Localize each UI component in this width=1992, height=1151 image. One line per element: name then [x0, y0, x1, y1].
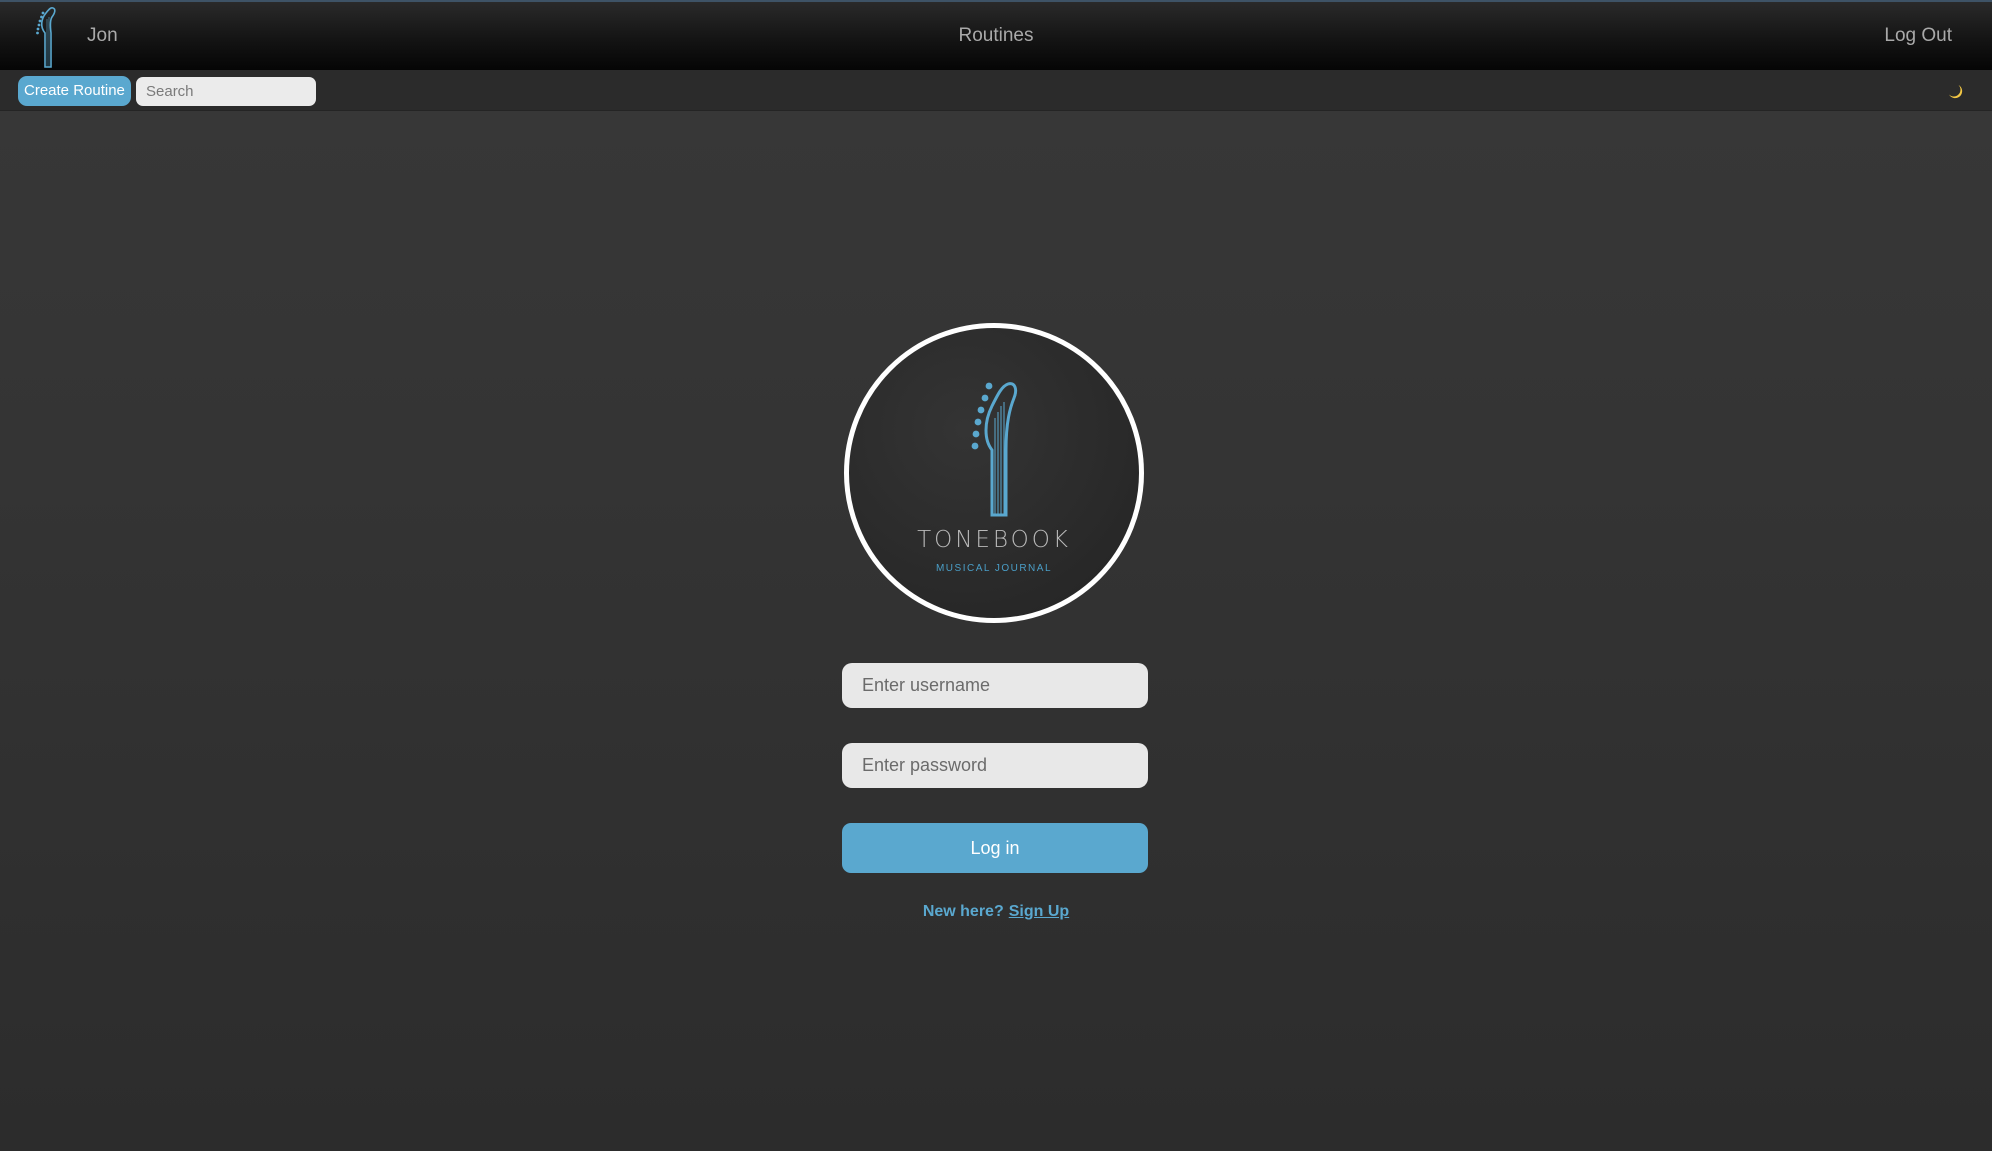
search-input[interactable]: [136, 77, 316, 106]
nav-user-name[interactable]: Jon: [87, 25, 118, 47]
password-field[interactable]: [842, 743, 1148, 788]
signup-row: New here? Sign Up: [0, 903, 1992, 921]
signup-link[interactable]: Sign Up: [1009, 903, 1069, 920]
signup-prompt: New here?: [922, 903, 1004, 920]
create-routine-button[interactable]: Create Routine: [18, 76, 131, 106]
top-navbar: Jon Routines Log Out: [0, 0, 1992, 70]
toolbar: Create Routine: [0, 70, 1992, 111]
login-button[interactable]: Log in: [842, 823, 1148, 873]
logo-subtitle: MUSICAL JOURNAL: [935, 563, 1053, 574]
username-field[interactable]: [842, 663, 1148, 708]
tonebook-logo: TONEBOOK MUSICAL JOURNAL: [844, 323, 1144, 623]
nav-routines-container: Routines: [0, 25, 1992, 47]
guitar-headstock-icon: [971, 382, 1018, 517]
logout-link[interactable]: Log Out: [1884, 25, 1952, 47]
nav-routines-link[interactable]: Routines: [959, 25, 1034, 46]
moon-icon[interactable]: [1946, 82, 1964, 100]
guitar-headstock-icon[interactable]: [34, 5, 64, 69]
logo-title: TONEBOOK: [917, 527, 1071, 553]
